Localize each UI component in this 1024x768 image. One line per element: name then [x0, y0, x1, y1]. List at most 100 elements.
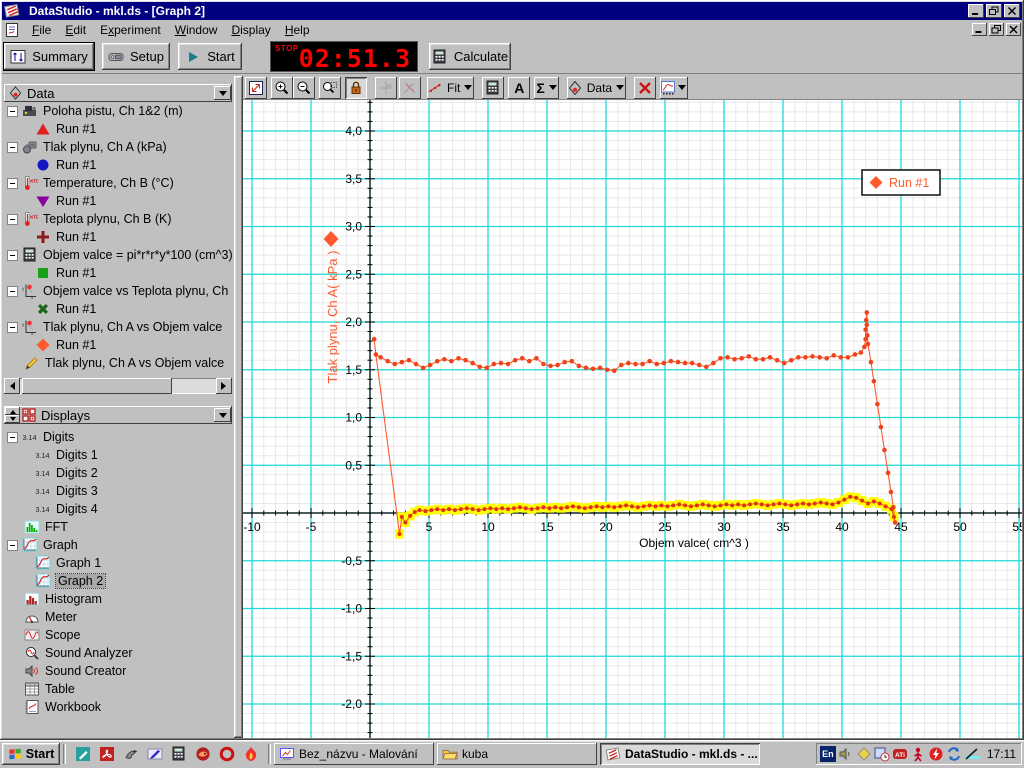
document-icon[interactable] [4, 22, 21, 38]
panel-divider[interactable] [234, 76, 243, 738]
menu-experiment[interactable]: Experiment [93, 21, 168, 39]
zoom-out-button[interactable] [293, 77, 315, 99]
expand-box[interactable] [7, 214, 18, 225]
data-dropdown-arrow[interactable] [214, 86, 231, 100]
data-tree-hscrollbar[interactable] [4, 378, 232, 394]
scale-to-fit-button[interactable] [245, 77, 267, 99]
data-run-item[interactable]: Run #1 [4, 228, 232, 246]
task-button-paint[interactable]: Bez_názvu - Malování [274, 743, 434, 765]
data-tree-item[interactable]: Tlak plynu, Ch A vs Objem valce [4, 354, 232, 372]
restore-button[interactable] [986, 4, 1002, 18]
menu-edit[interactable]: Edit [58, 21, 93, 39]
scroll-right-button[interactable] [216, 378, 232, 394]
tray-volume-icon[interactable] [838, 746, 855, 762]
menu-display[interactable]: Display [224, 21, 277, 39]
menu-help[interactable]: Help [278, 21, 317, 39]
graph-settings-button[interactable] [660, 77, 688, 99]
statistics-button[interactable]: Σ [534, 77, 558, 99]
display-item-digits[interactable]: 3.14Digits [4, 428, 232, 446]
display-item-graph[interactable]: Graph [4, 536, 232, 554]
tray-power-icon[interactable] [928, 746, 945, 762]
quicklaunch-pencil-app-icon[interactable] [73, 744, 93, 764]
display-item-graph-2[interactable]: Graph 2 [4, 572, 232, 590]
tray-figure-icon[interactable] [910, 746, 927, 762]
tray-sync-icon[interactable] [946, 746, 963, 762]
display-item-histogram[interactable]: Histogram [4, 590, 232, 608]
expand-box[interactable] [7, 540, 18, 551]
child-minimize-button[interactable] [972, 23, 987, 36]
tray-ati-icon[interactable]: ATi [892, 746, 909, 762]
data-run-item[interactable]: Run #1 [4, 120, 232, 138]
summary-button[interactable]: Summary [4, 43, 94, 70]
child-restore-button[interactable] [989, 23, 1004, 36]
start-button[interactable]: Start [2, 743, 60, 765]
displays-panel-header[interactable]: Displays [4, 406, 232, 424]
scroll-thumb[interactable] [22, 378, 172, 394]
data-run-item[interactable]: Run #1 [4, 264, 232, 282]
display-item-table[interactable]: Table [4, 680, 232, 698]
display-item-digits-2[interactable]: 3.14Digits 2 [4, 464, 232, 482]
scroll-track[interactable] [172, 378, 216, 394]
quicklaunch-dragon-app-icon[interactable] [193, 744, 213, 764]
calculate-button[interactable]: Calculate [429, 43, 511, 70]
expand-box[interactable] [7, 250, 18, 261]
display-item-digits-3[interactable]: 3.14Digits 3 [4, 482, 232, 500]
expand-box[interactable] [7, 178, 18, 189]
display-item-graph-1[interactable]: Graph 1 [4, 554, 232, 572]
quicklaunch-acrobat-icon[interactable] [97, 744, 117, 764]
data-tree-item[interactable]: KTDTeplota plynu, Ch B (K) [4, 210, 232, 228]
data-tree-item[interactable]: yxObjem valce vs Teplota plynu, Ch [4, 282, 232, 300]
expand-box[interactable] [7, 286, 18, 297]
delete-button[interactable] [634, 77, 656, 99]
data-tree-item[interactable]: yxTlak plynu, Ch A vs Objem valce [4, 318, 232, 336]
data-run-item[interactable]: Run #1 [4, 156, 232, 174]
task-button-folder[interactable]: kuba [437, 743, 597, 765]
close-button[interactable] [1004, 4, 1020, 18]
expand-box[interactable] [7, 432, 18, 443]
expand-box[interactable] [7, 142, 18, 153]
quicklaunch-opera-icon[interactable] [217, 744, 237, 764]
data-run-item[interactable]: Run #1 [4, 336, 232, 354]
menu-window[interactable]: Window [168, 21, 225, 39]
graph-plot-area[interactable]: -10-55101520253035404550554,03,53,02,52,… [243, 100, 1022, 738]
displays-spinner[interactable] [5, 407, 20, 423]
expand-box[interactable] [7, 322, 18, 333]
setup-button[interactable]: Setup [102, 43, 170, 70]
display-item-scope[interactable]: Scope [4, 626, 232, 644]
display-item-sound-analyzer[interactable]: Sound Analyzer [4, 644, 232, 662]
data-run-item[interactable]: Run #1 [4, 192, 232, 210]
zoom-select-button[interactable] [319, 77, 341, 99]
child-close-button[interactable] [1006, 23, 1021, 36]
data-menu-button[interactable]: Data [567, 77, 626, 99]
display-item-digits-1[interactable]: 3.14Digits 1 [4, 446, 232, 464]
slope-tool-button[interactable] [399, 77, 421, 99]
zoom-in-button[interactable] [271, 77, 293, 99]
quicklaunch-bird-app-icon[interactable] [121, 744, 141, 764]
data-run-item[interactable]: Run #1 [4, 300, 232, 318]
calculator-button[interactable] [482, 77, 504, 99]
data-panel-header[interactable]: Data [4, 84, 232, 102]
smart-tool-button[interactable]: xy [375, 77, 397, 99]
displays-dropdown-arrow[interactable] [214, 408, 231, 422]
expand-box[interactable] [7, 106, 18, 117]
tray-scheduler-icon[interactable] [874, 746, 891, 762]
data-tree-item[interactable]: Objem valce = pi*r*r*y*100 (cm^3) [4, 246, 232, 264]
data-tree-item[interactable]: Poloha pistu, Ch 1&2 (m) [4, 102, 232, 120]
start-capture-button[interactable]: Start [178, 43, 242, 70]
fit-menu-button[interactable]: Fit [427, 77, 474, 99]
quicklaunch-pen-app-icon[interactable] [145, 744, 165, 764]
display-item-meter[interactable]: Meter [4, 608, 232, 626]
task-button-datastudio[interactable]: DataStudio - mkl.ds - ... [600, 743, 760, 765]
lock-tool-button[interactable] [345, 77, 367, 99]
display-item-workbook[interactable]: Workbook [4, 698, 232, 716]
menu-file[interactable]: File [25, 21, 58, 39]
data-tree-item[interactable]: Tlak plynu, Ch A (kPa) [4, 138, 232, 156]
tray-diamond-icon[interactable] [856, 746, 873, 762]
tray-slope-icon[interactable] [964, 746, 981, 762]
display-item-fft[interactable]: FFT [4, 518, 232, 536]
quicklaunch-calculator-app-icon[interactable] [169, 744, 189, 764]
minimize-button[interactable] [968, 4, 984, 18]
text-annotation-button[interactable]: A [508, 77, 530, 99]
data-tree-item[interactable]: KTDTemperature, Ch B (°C) [4, 174, 232, 192]
language-indicator[interactable]: En [820, 746, 836, 762]
